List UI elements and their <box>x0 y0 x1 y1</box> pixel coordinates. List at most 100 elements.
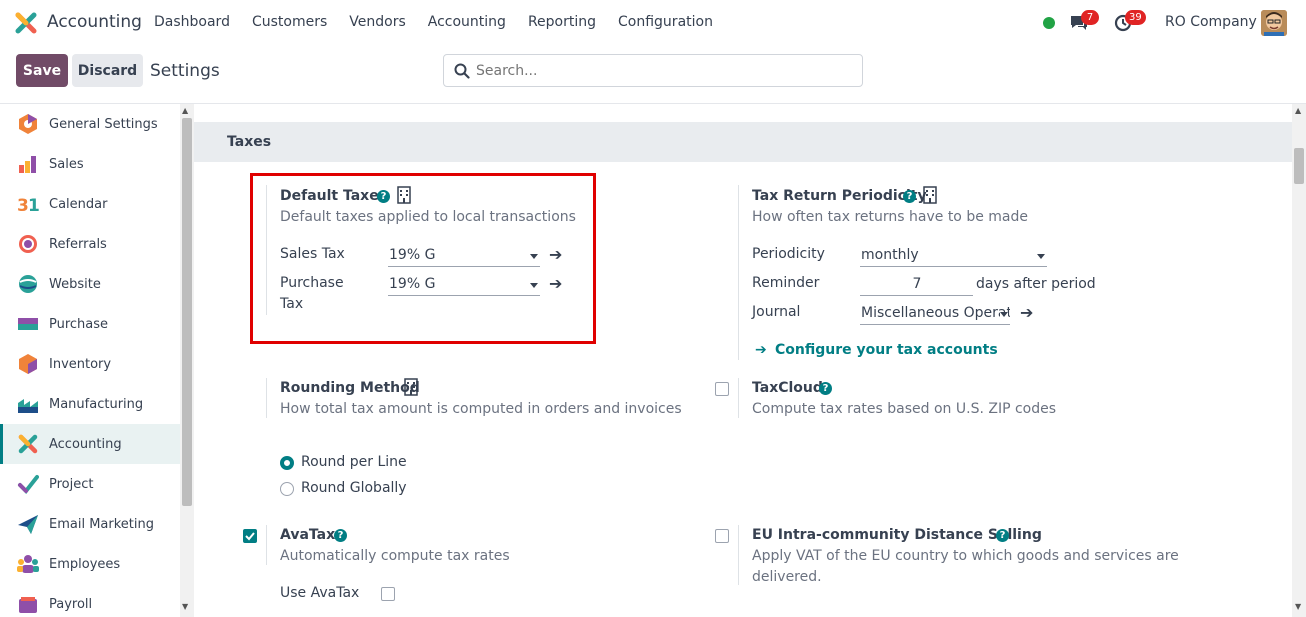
company-building-icon <box>923 186 937 204</box>
inventory-icon <box>19 354 37 374</box>
eu-distance-selling-checkbox[interactable] <box>715 529 729 543</box>
website-icon <box>19 275 37 293</box>
content-scrollbar-thumb[interactable] <box>1294 148 1304 184</box>
section-title: Taxes <box>227 134 272 150</box>
periodicity-select[interactable]: monthly <box>860 245 1047 267</box>
setting-divider <box>266 378 267 418</box>
discard-button[interactable]: Discard <box>72 54 143 87</box>
arrow-right-icon[interactable]: ➔ <box>1020 303 1033 322</box>
employees-icon <box>17 555 39 573</box>
scroll-down-arrow-icon[interactable]: ▼ <box>182 602 188 611</box>
round-per-line-label: Round per Line <box>301 454 407 470</box>
checkmark-icon <box>245 532 255 541</box>
menu-vendors[interactable]: Vendors <box>349 14 405 30</box>
accounting-app-icon[interactable] <box>15 12 37 34</box>
activities-badge: 39 <box>1125 10 1146 25</box>
sidebar-item-general-settings[interactable]: General Settings <box>0 104 180 144</box>
reminder-label: Reminder <box>752 275 820 291</box>
sidebar-item-manufacturing[interactable]: Manufacturing <box>0 384 180 424</box>
sidebar-item-label: Employees <box>49 556 121 572</box>
sidebar-item-label: General Settings <box>49 116 158 132</box>
search-icon <box>454 63 470 79</box>
menu-customers[interactable]: Customers <box>252 14 327 30</box>
taxcloud-description: Compute tax rates based on U.S. ZIP code… <box>752 401 1057 417</box>
configure-tax-accounts-link[interactable]: Configure your tax accounts <box>775 342 998 358</box>
sidebar-item-label: Accounting <box>49 436 122 452</box>
sidebar-item-label: Manufacturing <box>49 396 144 412</box>
configure-arrow-icon[interactable]: ➔ <box>755 342 767 358</box>
manufacturing-icon <box>18 399 38 413</box>
help-icon[interactable]: ? <box>996 529 1009 542</box>
round-per-line-radio[interactable] <box>280 456 294 470</box>
sidebar-item-referrals[interactable]: Referrals <box>0 224 180 264</box>
online-status-icon <box>1043 17 1055 29</box>
menu-configuration[interactable]: Configuration <box>618 14 713 30</box>
round-globally-radio[interactable] <box>280 482 294 496</box>
top-navbar: Accounting Dashboard Customers Vendors A… <box>0 0 1306 46</box>
save-button[interactable]: Save <box>16 54 68 87</box>
sidebar-item-calendar[interactable]: 31 Calendar <box>0 184 180 224</box>
sidebar-item-label: Website <box>49 276 101 292</box>
sidebar-item-label: Sales <box>49 156 84 172</box>
periodicity-value: monthly <box>861 247 919 263</box>
use-avatax-label: Use AvaTax <box>280 585 360 601</box>
sidebar-item-purchase[interactable]: Purchase <box>0 304 180 344</box>
sidebar-item-label: Calendar <box>49 196 108 212</box>
sidebar-item-employees[interactable]: Employees <box>0 544 180 584</box>
chevron-down-icon <box>1000 312 1008 317</box>
menu-dashboard[interactable]: Dashboard <box>154 14 230 30</box>
company-building-icon <box>404 378 418 396</box>
sidebar-scrollbar-thumb[interactable] <box>182 118 192 506</box>
sidebar-item-inventory[interactable]: Inventory <box>0 344 180 384</box>
sidebar-item-sales[interactable]: Sales <box>0 144 180 184</box>
setting-divider <box>738 185 739 360</box>
user-avatar-icon <box>1261 10 1287 36</box>
periodicity-label: Periodicity <box>752 246 825 262</box>
help-icon[interactable]: ? <box>903 190 916 203</box>
messages-badge: 7 <box>1081 10 1099 25</box>
sidebar-item-label: Email Marketing <box>49 516 154 532</box>
sidebar-item-label: Referrals <box>49 236 107 252</box>
scroll-up-arrow-icon[interactable]: ▲ <box>182 106 188 115</box>
referrals-icon <box>19 235 37 253</box>
rounding-method-title: Rounding Method <box>280 380 420 396</box>
purchase-icon <box>18 318 38 330</box>
user-avatar[interactable] <box>1261 10 1287 36</box>
svg-text:1: 1 <box>28 196 39 215</box>
sidebar-item-website[interactable]: Website <box>0 264 180 304</box>
help-icon[interactable]: ? <box>334 529 347 542</box>
search-box[interactable] <box>443 54 863 87</box>
tax-return-title: Tax Return Periodicity <box>752 188 927 204</box>
section-header <box>194 122 1292 162</box>
chevron-down-icon <box>1037 254 1045 259</box>
help-icon[interactable]: ? <box>819 382 832 395</box>
sidebar-item-label: Purchase <box>49 316 109 332</box>
sidebar-item-label: Project <box>49 476 94 492</box>
avatax-title: AvaTax <box>280 527 336 543</box>
journal-label: Journal <box>752 304 801 320</box>
reminder-input[interactable]: 7 <box>860 274 973 296</box>
sidebar-item-accounting[interactable]: Accounting <box>0 424 180 464</box>
reminder-suffix: days after period <box>976 276 1096 292</box>
search-input[interactable] <box>476 60 856 82</box>
journal-select[interactable]: Miscellaneous Operat <box>860 303 1010 325</box>
scroll-down-arrow-icon[interactable]: ▼ <box>1295 602 1301 611</box>
scroll-up-arrow-icon[interactable]: ▲ <box>1295 106 1301 115</box>
use-avatax-checkbox[interactable] <box>381 587 395 601</box>
calendar-icon: 31 <box>17 196 39 215</box>
sidebar-item-project[interactable]: Project <box>0 464 180 504</box>
taxcloud-checkbox[interactable] <box>715 382 729 396</box>
app-name[interactable]: Accounting <box>47 12 142 32</box>
sidebar-item-email-marketing[interactable]: Email Marketing <box>0 504 180 544</box>
sidebar-item-payroll[interactable]: Payroll <box>0 584 180 617</box>
company-switcher[interactable]: RO Company <box>1165 14 1257 30</box>
payroll-icon <box>19 597 37 613</box>
setting-divider <box>738 378 739 418</box>
eu-distance-selling-description-line2: delivered. <box>752 569 822 585</box>
menu-accounting[interactable]: Accounting <box>428 14 506 30</box>
menu-reporting[interactable]: Reporting <box>528 14 596 30</box>
page-title: Settings <box>150 61 220 81</box>
main-menu: Dashboard Customers Vendors Accounting R… <box>154 14 735 30</box>
setting-divider <box>738 525 739 585</box>
avatax-checkbox[interactable] <box>243 529 257 543</box>
